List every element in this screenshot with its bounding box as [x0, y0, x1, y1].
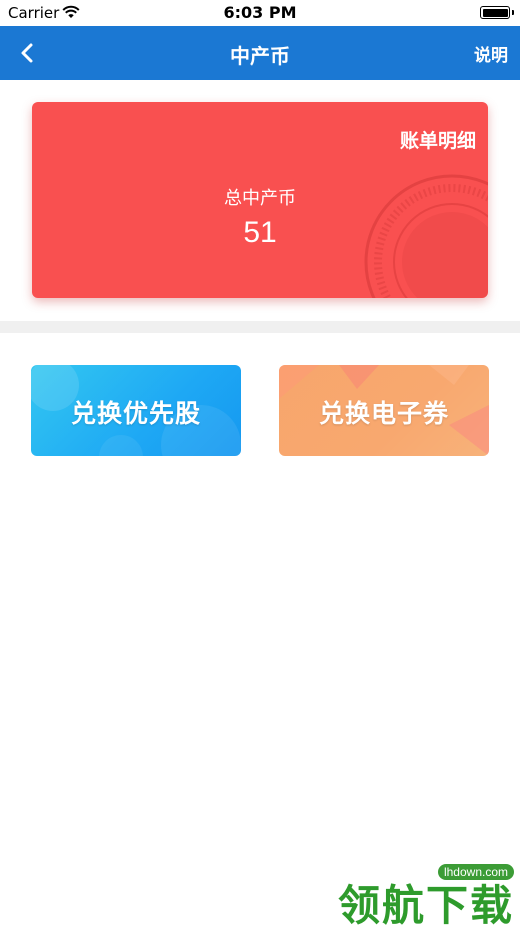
battery-cap: [512, 10, 514, 15]
help-button[interactable]: 说明: [474, 41, 508, 66]
battery-icon: [480, 6, 510, 19]
status-bar: Carrier 6:03 PM: [0, 0, 520, 26]
exchange-stock-label: 兑换优先股: [70, 399, 201, 428]
chevron-left-icon: [21, 43, 33, 63]
total-coins-value: 51: [243, 216, 277, 249]
page-title: 中产币: [230, 44, 290, 68]
exchange-coupon-label: 兑换电子券: [318, 399, 449, 428]
total-coins-label: 总中产币: [224, 188, 296, 209]
balance-card: 账单明细 总中产币 51: [32, 102, 488, 298]
section-divider: [0, 321, 520, 333]
watermark-site: lhdown.com: [437, 864, 514, 880]
exchange-coupon-button[interactable]: 兑换电子券: [279, 365, 489, 456]
back-button[interactable]: [10, 35, 46, 71]
exchange-preferred-stock-button[interactable]: 兑换优先股: [31, 365, 241, 456]
nav-bar: 中产币 说明: [0, 26, 520, 80]
site-watermark: 领航下载 lhdown.com: [324, 864, 514, 930]
bill-details-link[interactable]: 账单明细: [400, 126, 476, 153]
status-time: 6:03 PM: [223, 3, 297, 22]
